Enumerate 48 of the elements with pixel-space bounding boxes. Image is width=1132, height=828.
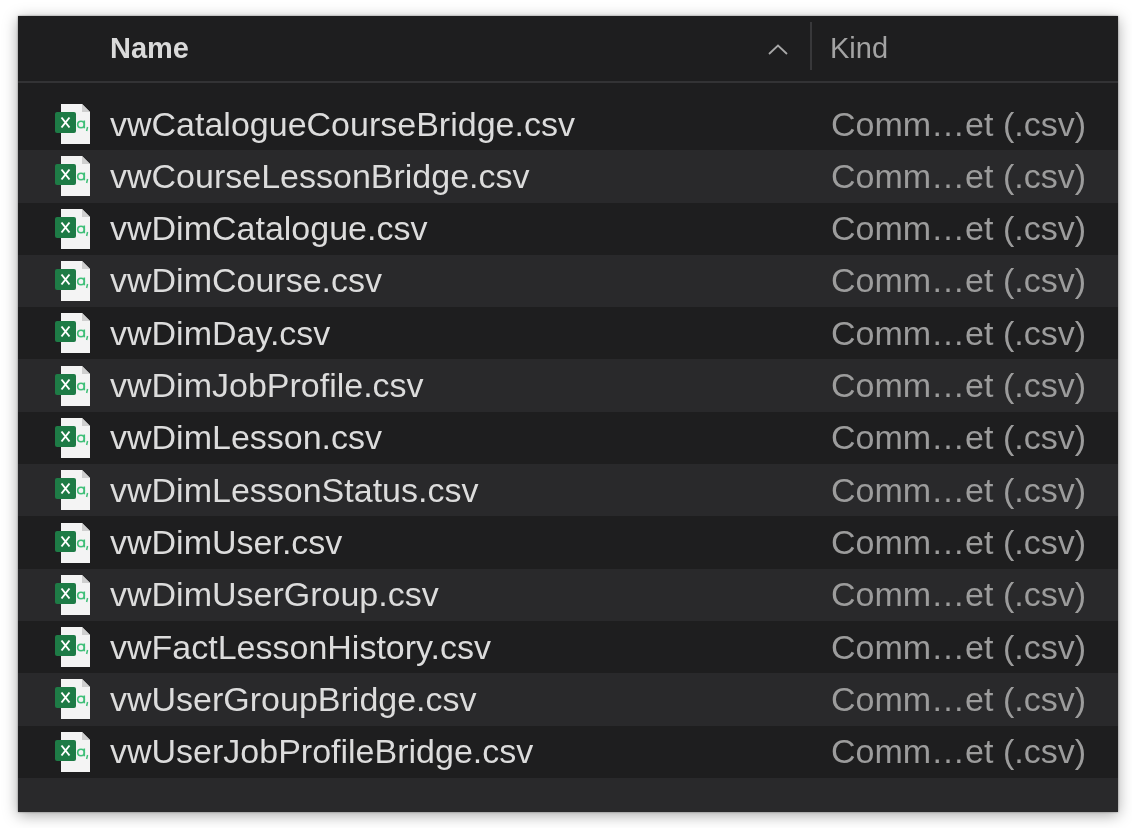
- spreadsheet-file-icon: [55, 522, 91, 563]
- file-name: vwDimJobProfile.csv: [110, 366, 424, 406]
- file-row[interactable]: vwDimDay.csv Comm…et (.csv): [18, 307, 1118, 360]
- file-row[interactable]: vwDimUser.csv Comm…et (.csv): [18, 516, 1118, 569]
- file-name: vwCatalogueCourseBridge.csv: [110, 104, 575, 144]
- file-name: vwUserGroupBridge.csv: [110, 679, 477, 719]
- file-kind: Comm…et (.csv): [831, 418, 1086, 457]
- file-row[interactable]: vwDimLesson.csv Comm…et (.csv): [18, 411, 1118, 465]
- file-name: vwDimCatalogue.csv: [110, 209, 428, 249]
- file-kind: Comm…et (.csv): [831, 261, 1086, 300]
- spreadsheet-file-icon: [55, 470, 91, 511]
- file-kind: Comm…et (.csv): [831, 679, 1086, 718]
- file-kind: Comm…et (.csv): [831, 209, 1086, 248]
- file-name: vwUserJobProfileBridge.csv: [110, 732, 534, 772]
- spreadsheet-file-icon: [55, 731, 91, 772]
- file-kind: Comm…et (.csv): [831, 522, 1086, 561]
- file-kind: Comm…et (.csv): [831, 313, 1086, 352]
- spreadsheet-file-icon: [55, 627, 91, 668]
- file-kind: Comm…et (.csv): [831, 156, 1086, 195]
- file-name: vwCourseLessonBridge.csv: [110, 156, 530, 196]
- spreadsheet-file-icon: [55, 574, 91, 615]
- file-kind: Comm…et (.csv): [831, 732, 1086, 771]
- spreadsheet-file-icon: [55, 261, 91, 302]
- spreadsheet-file-icon: [55, 365, 91, 406]
- file-name: vwFactLessonHistory.csv: [110, 627, 492, 667]
- file-kind: Comm…et (.csv): [831, 575, 1086, 614]
- file-name: vwDimCourse.csv: [110, 261, 383, 301]
- spreadsheet-file-icon: [55, 208, 91, 249]
- file-kind: Comm…et (.csv): [831, 366, 1086, 405]
- column-header[interactable]: Kind: [810, 16, 1118, 81]
- file-row[interactable]: vwDimCatalogue.csv Comm…et (.csv): [18, 202, 1118, 255]
- file-name: vwDimUserGroup.csv: [110, 575, 439, 615]
- file-name: vwDimDay.csv: [110, 313, 331, 353]
- file-kind: Comm…et (.csv): [831, 470, 1086, 509]
- file-kind: Comm…et (.csv): [831, 104, 1086, 143]
- spreadsheet-file-icon: [55, 156, 91, 197]
- spreadsheet-file-icon: [55, 313, 91, 354]
- column-header[interactable]: Name: [18, 16, 810, 81]
- spreadsheet-file-icon: [55, 417, 91, 458]
- file-name: vwDimUser.csv: [110, 522, 343, 563]
- spreadsheet-file-icon: [55, 679, 91, 720]
- spreadsheet-file-icon: [55, 104, 91, 145]
- file-row[interactable]: vwFactLessonHistory.csv Comm…et (.csv): [18, 620, 1118, 674]
- file-row[interactable]: vwCatalogueCourseBridge.csv Comm…et (.csv): [18, 98, 1118, 151]
- file-kind: Comm…et (.csv): [831, 627, 1086, 666]
- file-row[interactable]: vwUserJobProfileBridge.csv Comm…et (.csv): [18, 725, 1118, 778]
- file-name: vwDimLesson.csv: [110, 418, 383, 458]
- file-name: vwDimLessonStatus.csv: [110, 470, 479, 510]
